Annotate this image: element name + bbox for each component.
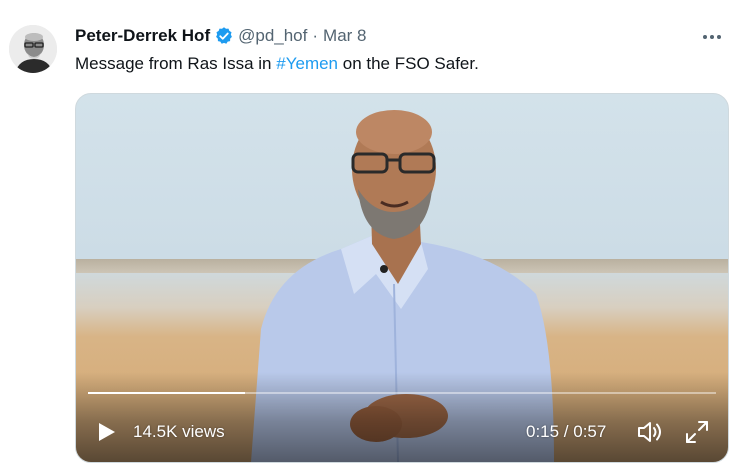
more-dots-icon[interactable]	[700, 27, 724, 47]
view-count: 14.5K views	[133, 422, 225, 441]
video-progress-bar[interactable]	[88, 392, 716, 394]
separator-dot: ·	[312, 26, 319, 45]
avatar[interactable]	[9, 25, 57, 73]
hashtag-link[interactable]: #Yemen	[276, 54, 338, 73]
author-name[interactable]: Peter-Derrek Hof	[75, 26, 210, 46]
play-icon[interactable]	[94, 420, 118, 444]
video-player[interactable]: 14.5K views 0:15 / 0:57	[75, 93, 729, 463]
fullscreen-icon[interactable]	[684, 419, 710, 445]
tweet-text-end: on the FSO Safer.	[338, 54, 479, 73]
tweet-header: Peter-Derrek Hof @pd_hof · Mar 8	[75, 25, 367, 47]
tweet: Peter-Derrek Hof @pd_hof · Mar 8 Message…	[0, 0, 732, 467]
volume-icon[interactable]	[636, 419, 664, 445]
verified-badge-icon	[214, 26, 234, 46]
tweet-text-start: Message from Ras Issa in	[75, 54, 277, 73]
controls-scrim	[76, 372, 728, 462]
video-time: 0:15 / 0:57	[526, 422, 607, 441]
tweet-text: Message from Ras Issa in #Yemen on the F…	[75, 54, 479, 74]
author-handle[interactable]: @pd_hof	[238, 26, 307, 46]
video-progress-fill	[88, 392, 245, 394]
tweet-date[interactable]: Mar 8	[323, 26, 366, 46]
avatar-image	[9, 25, 57, 73]
